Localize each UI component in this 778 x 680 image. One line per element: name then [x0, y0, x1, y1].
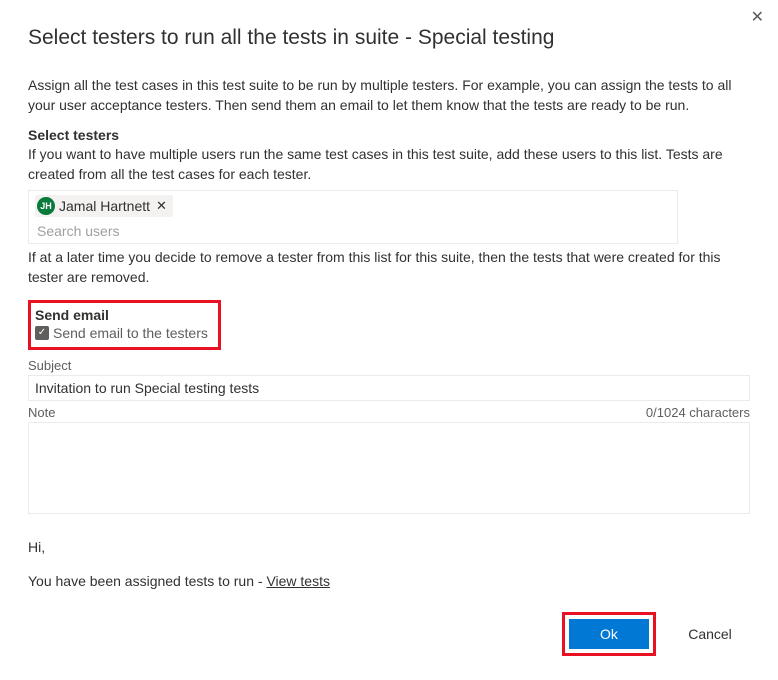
select-testers-subtext: If you want to have multiple users run t… [28, 145, 750, 184]
avatar: JH [37, 197, 55, 215]
close-icon[interactable]: ✕ [751, 10, 764, 26]
view-tests-link[interactable]: View tests [266, 573, 330, 589]
send-email-heading: Send email [35, 307, 208, 323]
send-email-checkbox-label: Send email to the testers [53, 325, 208, 341]
ok-button[interactable]: Ok [569, 619, 649, 649]
send-email-checkbox[interactable]: ✓ [35, 326, 49, 340]
subject-label: Subject [28, 358, 750, 373]
note-textarea[interactable] [28, 422, 750, 514]
email-assigned-text: You have been assigned tests to run - Vi… [28, 573, 750, 589]
assigned-text-prefix: You have been assigned tests to run - [28, 573, 266, 589]
remove-tester-note: If at a later time you decide to remove … [28, 248, 750, 287]
user-select-box[interactable]: JH Jamal Hartnett ✕ [28, 190, 678, 244]
note-label: Note [28, 405, 55, 420]
ok-highlight: Ok [562, 612, 656, 656]
user-chip-name: Jamal Hartnett [59, 198, 150, 214]
email-greeting: Hi, [28, 539, 750, 555]
cancel-button[interactable]: Cancel [670, 619, 750, 649]
user-chip: JH Jamal Hartnett ✕ [35, 195, 173, 217]
search-users-input[interactable] [35, 221, 671, 241]
intro-text: Assign all the test cases in this test s… [28, 76, 750, 115]
select-testers-heading: Select testers [28, 127, 750, 143]
remove-user-icon[interactable]: ✕ [156, 198, 167, 214]
send-email-section: Send email ✓ Send email to the testers [28, 300, 221, 350]
subject-input[interactable] [28, 375, 750, 401]
char-counter: 0/1024 characters [646, 405, 750, 420]
dialog-title: Select testers to run all the tests in s… [28, 26, 750, 50]
dialog-button-row: Ok Cancel [562, 612, 750, 656]
